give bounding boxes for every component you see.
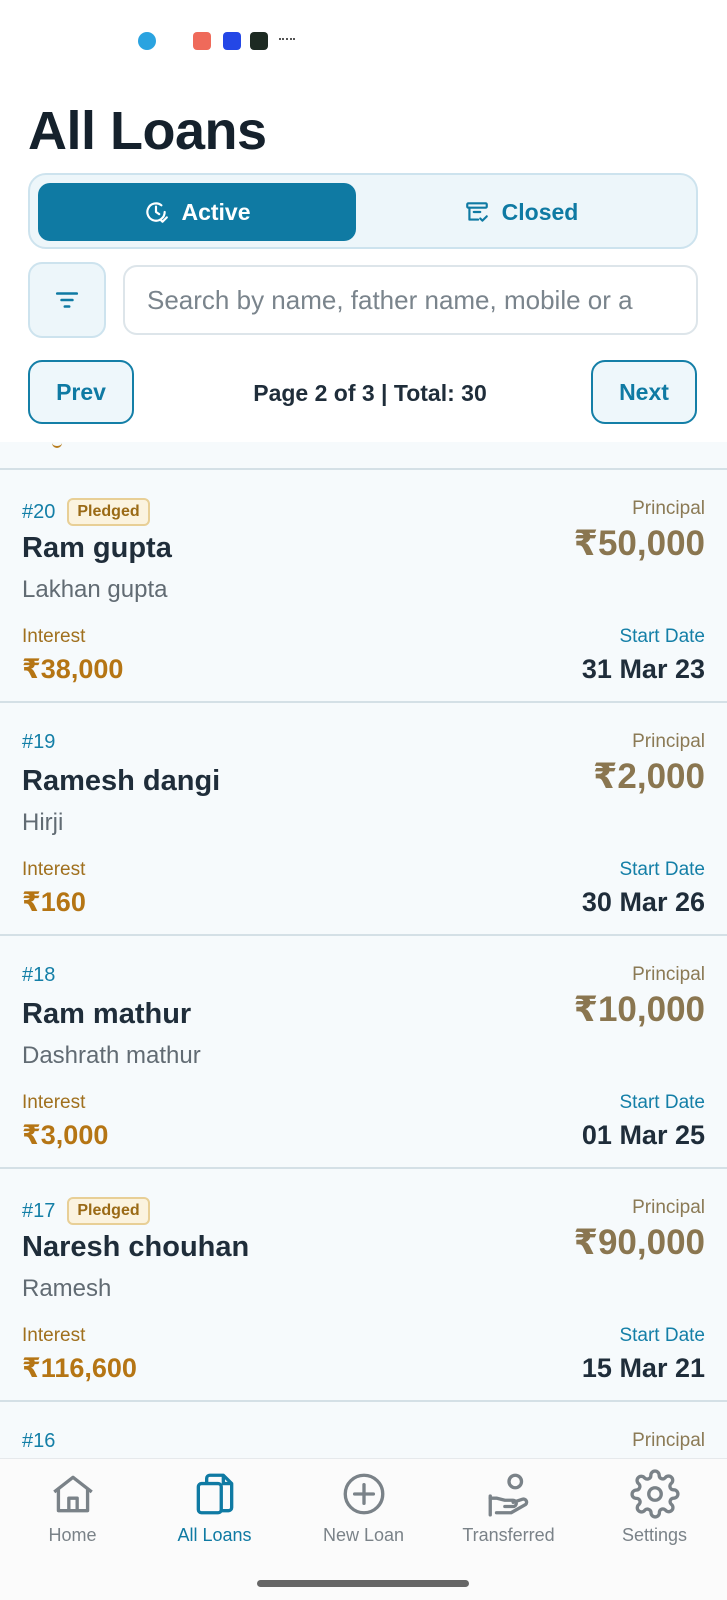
borrower-name: Ramesh dangi — [22, 765, 221, 797]
archive-list-icon — [465, 202, 488, 222]
j-app-icon — [193, 32, 211, 50]
status-tabs: Active Closed — [28, 173, 698, 249]
start-date-label: Start Date — [619, 859, 705, 880]
gesture-home-bar[interactable] — [257, 1580, 469, 1587]
nav-new-loan[interactable]: New Loan — [291, 1469, 436, 1569]
interest-amount: ₹38,000 — [22, 654, 124, 684]
plus-circle-icon — [343, 1473, 384, 1515]
principal-amount: ₹90,000 — [573, 1223, 705, 1262]
nav-transferred-label: Transferred — [462, 1525, 555, 1545]
principal-label: Principal — [632, 1430, 705, 1451]
tab-active[interactable]: Active — [38, 183, 356, 241]
principal-label: Principal — [632, 964, 705, 985]
loan-id: #20 — [22, 500, 56, 523]
clock-check-icon — [146, 202, 169, 223]
nav-new-loan-label: New Loan — [322, 1525, 405, 1545]
principal-amount: ₹10,000 — [573, 990, 705, 1029]
loan-card[interactable]: #17 Pledged Naresh chouhan Ramesh Intere… — [0, 1169, 727, 1402]
loan-card[interactable]: #16 Principal — [0, 1402, 727, 1458]
nav-home[interactable]: Home — [0, 1469, 145, 1569]
search-input[interactable] — [123, 265, 698, 335]
father-name: Ramesh — [22, 1275, 112, 1302]
tab-active-label: Active — [181, 198, 251, 225]
borrower-name: Naresh chouhan — [22, 1231, 250, 1263]
next-button[interactable]: Next — [591, 360, 697, 424]
pagination-info: Page 2 of 3 | Total: 30 — [253, 380, 487, 406]
nav-settings[interactable]: Settings — [582, 1469, 727, 1569]
father-name: Hirji — [22, 809, 64, 836]
start-date: 15 Mar 21 — [581, 1353, 705, 1383]
start-date: 30 Mar 26 — [581, 887, 705, 917]
loan-card[interactable]: #20 Pledged Ram gupta Lakhan gupta Inter… — [0, 470, 727, 703]
start-date-label: Start Date — [619, 1325, 705, 1346]
interest-label: Interest — [22, 1092, 86, 1113]
t-app-icon — [223, 32, 241, 50]
principal-amount: ₹2,000 — [593, 757, 705, 796]
filter-button[interactable] — [28, 262, 106, 338]
borrower-name: Ram gupta — [22, 532, 172, 564]
father-name: Dashrath mathur — [22, 1042, 201, 1069]
nav-transferred[interactable]: Transferred — [436, 1469, 581, 1569]
loan-id: #18 — [22, 964, 56, 986]
tab-closed[interactable]: Closed — [356, 183, 686, 241]
gear-icon — [629, 1469, 680, 1519]
principal-amount: ₹50,000 — [573, 524, 705, 563]
loan-id: #19 — [22, 731, 56, 753]
loan-list[interactable]: #20 Pledged Ram gupta Lakhan gupta Inter… — [0, 442, 727, 1458]
home-icon — [52, 1475, 93, 1513]
nav-all-loans-label: All Loans — [177, 1525, 252, 1545]
bottom-nav: Home All Loans New Loan Transferred Sett… — [0, 1458, 727, 1600]
start-date-label: Start Date — [619, 626, 705, 647]
filter-icon — [55, 292, 79, 308]
more-dots-icon — [279, 38, 295, 42]
borrower-name: Ram mathur — [22, 998, 192, 1030]
father-name: Lakhan gupta — [22, 576, 168, 603]
interest-amount: ₹116,600 — [22, 1353, 137, 1383]
nav-all-loans[interactable]: All Loans — [142, 1469, 287, 1569]
interest-amount: ₹160 — [22, 887, 86, 917]
prev-button[interactable]: Prev — [28, 360, 134, 424]
principal-label: Principal — [632, 1197, 705, 1218]
loan-id: #16 — [22, 1430, 56, 1452]
nav-settings-label: Settings — [621, 1525, 688, 1545]
list-item-partial — [0, 442, 727, 470]
nav-home-label: Home — [48, 1525, 97, 1545]
documents-icon — [196, 1473, 233, 1515]
interest-label: Interest — [22, 626, 86, 647]
loan-card[interactable]: #18 Ram mathur Dashrath mathur Interest … — [0, 936, 727, 1169]
hand-transfer-icon — [488, 1473, 528, 1517]
page-title: All Loans — [28, 101, 267, 161]
principal-label: Principal — [632, 498, 705, 519]
interest-amount: ₹3,000 — [22, 1120, 109, 1150]
interest-label: Interest — [22, 1325, 86, 1346]
loan-card[interactable]: #19 Ramesh dangi Hirji Interest ₹160 Pri… — [0, 703, 727, 936]
principal-label: Principal — [632, 731, 705, 752]
loan-id: #17 — [22, 1199, 56, 1222]
telegram-icon — [138, 32, 156, 50]
pledged-badge: Pledged — [67, 1197, 150, 1225]
tab-closed-label: Closed — [501, 198, 579, 225]
status-bar — [0, 0, 727, 80]
start-date: 31 Mar 23 — [581, 654, 705, 684]
start-date-label: Start Date — [619, 1092, 705, 1113]
start-date: 01 Mar 25 — [581, 1120, 705, 1150]
interest-label: Interest — [22, 859, 86, 880]
b-app-icon — [250, 32, 268, 50]
pledged-badge: Pledged — [67, 498, 150, 526]
